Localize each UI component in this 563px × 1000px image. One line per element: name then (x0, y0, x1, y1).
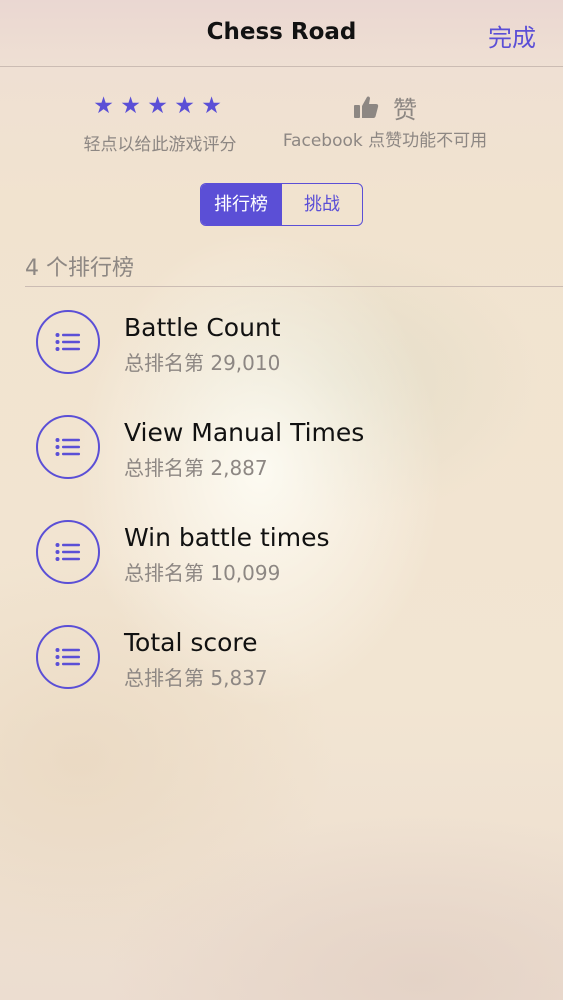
list-icon (36, 520, 100, 584)
leaderboard-rank: 总排名第 10,099 (124, 561, 281, 585)
rating-label: 轻点以给此游戏评分 (83, 135, 237, 155)
navigation-bar: Chess Road 完成 (0, 0, 563, 67)
thumbs-up-icon (353, 95, 379, 119)
list-icon (36, 310, 100, 374)
star-icon-4[interactable]: ★ (174, 92, 201, 120)
leaderboard-rank: 总排名第 2,887 (124, 456, 268, 480)
page-title: Chess Road (206, 19, 357, 45)
leaderboard-title: View Manual Times (124, 418, 365, 447)
star-icon-3[interactable]: ★ (147, 92, 174, 120)
list-icon (36, 415, 100, 479)
leaderboard-item[interactable]: Total score 总排名第 5,837 (0, 615, 563, 715)
star-icon-2[interactable]: ★ (120, 92, 147, 120)
star-rating[interactable]: ★★★★★ (60, 92, 260, 120)
list-icon (36, 625, 100, 689)
segmented-control: 排行榜 挑战 (200, 183, 363, 226)
leaderboard-item[interactable]: View Manual Times 总排名第 2,887 (0, 405, 563, 505)
like-button: 赞 (280, 92, 490, 124)
leaderboard-rank: 总排名第 29,010 (124, 351, 281, 375)
leaderboard-title: Battle Count (124, 313, 281, 342)
tab-leaderboards[interactable]: 排行榜 (201, 184, 281, 225)
like-unavailable-label: Facebook 点赞功能不可用 (282, 131, 488, 151)
rating-section: ★★★★★ 轻点以给此游戏评分 (60, 92, 260, 155)
leaderboard-rank: 总排名第 5,837 (124, 666, 268, 690)
section-divider (25, 286, 563, 287)
section-header: 4 个排行榜 (25, 256, 134, 281)
like-text: 赞 (393, 95, 417, 124)
star-icon-1[interactable]: ★ (93, 92, 120, 120)
leaderboard-item[interactable]: Battle Count 总排名第 29,010 (0, 300, 563, 400)
like-section: 赞 Facebook 点赞功能不可用 (280, 92, 490, 153)
done-button[interactable]: 完成 (488, 18, 536, 53)
leaderboard-title: Total score (124, 628, 258, 657)
leaderboard-item[interactable]: Win battle times 总排名第 10,099 (0, 510, 563, 610)
star-icon-5[interactable]: ★ (201, 92, 228, 120)
tab-challenges[interactable]: 挑战 (281, 184, 362, 225)
leaderboard-title: Win battle times (124, 523, 330, 552)
